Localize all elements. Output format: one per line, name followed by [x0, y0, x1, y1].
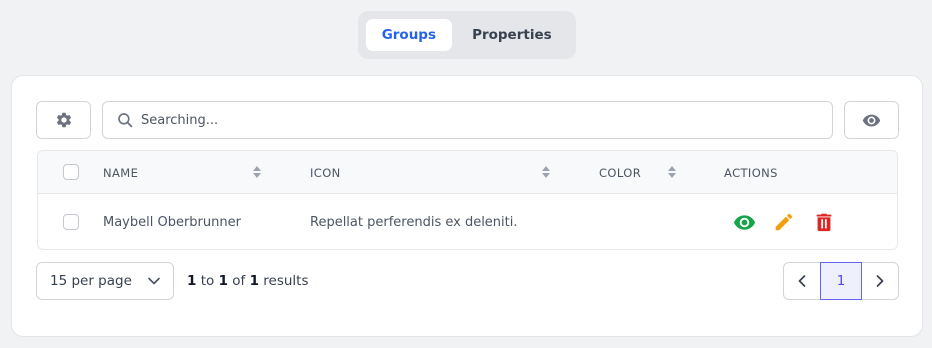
groups-card: NAME ICON COLOR ACTIONS Maybell Oberbrun…: [11, 75, 923, 337]
results-to: 1: [218, 273, 228, 289]
edit-button[interactable]: [772, 210, 796, 234]
search-field[interactable]: [102, 101, 833, 139]
table-header: NAME ICON COLOR ACTIONS: [38, 151, 897, 194]
pagination: 1: [783, 262, 899, 300]
gear-icon: [56, 112, 71, 128]
results-word: results: [263, 273, 309, 289]
column-visibility-button[interactable]: [844, 101, 899, 139]
per-page-select[interactable]: 15 per page: [36, 262, 174, 300]
previous-page-button[interactable]: [784, 263, 820, 299]
results-of-word: of: [232, 273, 246, 289]
search-input[interactable]: [141, 112, 741, 128]
eye-icon: [862, 114, 881, 126]
cell-name: Maybell Oberbrunner: [103, 214, 241, 230]
table-row: Maybell Oberbrunner Repellat perferendis…: [38, 194, 897, 249]
chevron-down-icon: [148, 277, 160, 285]
results-summary: 1 to 1 of 1 results: [187, 262, 309, 300]
per-page-value: 15 per page: [50, 273, 132, 289]
results-to-word: to: [200, 273, 215, 289]
search-icon: [118, 113, 133, 128]
view-icon: [733, 214, 755, 230]
sort-color-icon[interactable]: [668, 166, 676, 178]
settings-button[interactable]: [36, 101, 91, 139]
row-checkbox[interactable]: [63, 214, 79, 230]
edit-icon: [775, 213, 793, 231]
next-page-button[interactable]: [862, 263, 898, 299]
column-header-actions: ACTIONS: [724, 165, 778, 180]
delete-icon: [816, 213, 832, 232]
cell-icon: Repellat perferendis ex deleniti.: [310, 214, 518, 230]
results-total: 1: [249, 273, 259, 289]
tab-groups[interactable]: Groups: [366, 19, 452, 51]
results-from: 1: [187, 273, 197, 289]
chevron-left-icon: [798, 275, 806, 287]
tab-properties[interactable]: Properties: [456, 19, 568, 51]
column-header-color: COLOR: [599, 165, 642, 180]
sort-name-icon[interactable]: [253, 166, 261, 178]
tab-switcher: Groups Properties: [358, 11, 576, 59]
delete-button[interactable]: [812, 210, 836, 234]
page-button-current[interactable]: 1: [820, 262, 862, 300]
sort-icon-column-icon[interactable]: [542, 166, 550, 178]
view-button[interactable]: [732, 210, 756, 234]
column-header-name: NAME: [103, 165, 139, 180]
column-header-icon: ICON: [310, 165, 341, 180]
groups-table: NAME ICON COLOR ACTIONS Maybell Oberbrun…: [37, 150, 898, 250]
select-all-checkbox[interactable]: [63, 164, 79, 180]
chevron-right-icon: [876, 275, 884, 287]
